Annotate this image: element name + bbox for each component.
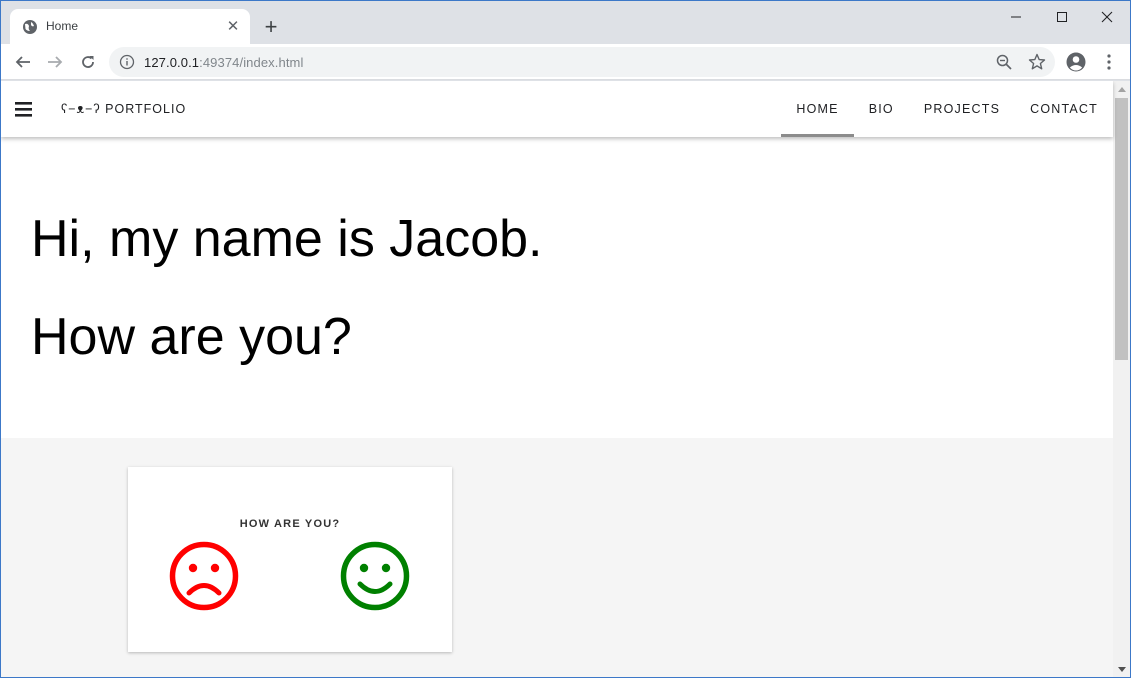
- card-title: HOW ARE YOU?: [239, 518, 341, 530]
- app-bar: ʕ−ᴥ−ʔ PORTFOLIO HOME BIO PROJECTS CONTAC…: [1, 81, 1113, 137]
- scroll-up-icon[interactable]: [1113, 81, 1130, 98]
- brand-title[interactable]: ʕ−ᴥ−ʔ PORTFOLIO: [61, 102, 186, 116]
- browser-tab-home[interactable]: Home ✕: [10, 9, 250, 44]
- more-icon[interactable]: [1099, 51, 1119, 73]
- info-icon[interactable]: [119, 54, 135, 70]
- forward-icon[interactable]: [42, 49, 68, 75]
- scrollbar-thumb[interactable]: [1115, 98, 1128, 360]
- close-icon[interactable]: ✕: [224, 17, 242, 35]
- maximize-icon[interactable]: [1039, 5, 1085, 29]
- star-icon[interactable]: [1027, 52, 1047, 72]
- address-bar[interactable]: 127.0.0.1:49374/index.html: [109, 47, 1055, 77]
- mood-card: HOW ARE YOU?: [128, 467, 452, 652]
- window-close-icon[interactable]: [1084, 5, 1130, 29]
- nav-tabs: HOME BIO PROJECTS CONTACT: [781, 81, 1113, 137]
- tab-bio[interactable]: BIO: [854, 81, 909, 137]
- mood-section: HOW ARE YOU?: [1, 438, 1113, 677]
- browser-toolbar: 127.0.0.1:49374/index.html: [1, 44, 1130, 80]
- sad-face-icon[interactable]: [168, 540, 240, 612]
- hero-greeting: Hi, my name is Jacob.: [31, 210, 543, 268]
- menu-icon[interactable]: [13, 99, 35, 119]
- url-text[interactable]: 127.0.0.1:49374/index.html: [144, 55, 303, 70]
- globe-icon: [23, 20, 37, 34]
- tab-projects[interactable]: PROJECTS: [909, 81, 1015, 137]
- plus-icon[interactable]: +: [259, 14, 283, 39]
- zoom-out-icon[interactable]: [995, 53, 1013, 71]
- back-icon[interactable]: [10, 49, 36, 75]
- tab-title: Home: [46, 19, 79, 33]
- minimize-icon[interactable]: [993, 5, 1039, 29]
- hero-question: How are you?: [31, 308, 352, 366]
- tab-home[interactable]: HOME: [781, 81, 855, 137]
- tab-strip: Home ✕ +: [1, 1, 1130, 44]
- url-host: 127.0.0.1: [144, 55, 200, 70]
- profile-icon[interactable]: [1065, 51, 1087, 73]
- page-viewport: ʕ−ᴥ−ʔ PORTFOLIO HOME BIO PROJECTS CONTAC…: [1, 81, 1130, 677]
- tab-contact[interactable]: CONTACT: [1015, 81, 1113, 137]
- reload-icon[interactable]: [75, 49, 101, 75]
- browser-window: Home ✕ + 127.0.0.1:49374/index.html ʕ−ᴥ−…: [0, 0, 1131, 678]
- scroll-down-icon[interactable]: [1113, 661, 1130, 677]
- url-path: :49374/index.html: [199, 55, 304, 70]
- happy-face-icon[interactable]: [339, 540, 411, 612]
- page-scrollbar[interactable]: [1113, 81, 1130, 677]
- hero-section: Hi, my name is Jacob. How are you?: [1, 137, 1113, 438]
